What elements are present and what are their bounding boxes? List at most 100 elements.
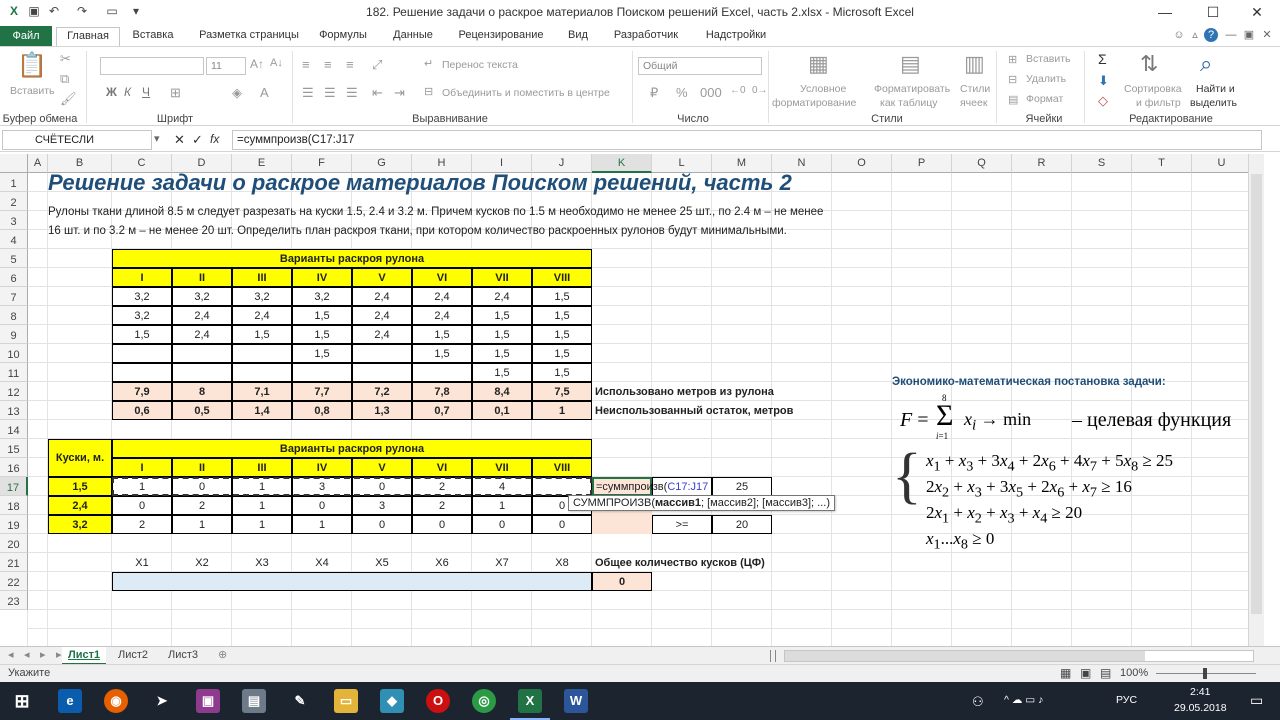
column-header[interactable]: A <box>28 154 48 173</box>
conditional-format-label-1[interactable]: Условное <box>800 83 846 95</box>
excel-taskbar-icon[interactable]: X <box>518 689 542 713</box>
tab-developer[interactable]: Разработчик <box>604 27 688 46</box>
autosum-button[interactable]: Σ <box>1098 51 1107 67</box>
underline-button[interactable]: Ч <box>142 85 150 99</box>
used-cell[interactable]: 7,8 <box>412 382 472 401</box>
math-title[interactable]: Экономико-математическая постановка зада… <box>892 372 1252 391</box>
used-label[interactable]: Использовано метров из рулона <box>592 382 832 401</box>
help-icon[interactable]: ? <box>1204 28 1218 42</box>
currency-icon[interactable]: ₽ <box>650 85 658 101</box>
cut-cell[interactable]: 1,5 <box>412 344 472 363</box>
cut-icon[interactable]: ✂ <box>60 51 71 67</box>
rest-cell[interactable]: 0,6 <box>112 401 172 420</box>
file-explorer-icon[interactable]: ▭ <box>334 689 358 713</box>
ribbon-collapse-icon[interactable]: ▵ <box>1188 27 1202 46</box>
paste-icon[interactable]: 📋 <box>16 51 48 81</box>
decrease-decimal-icon[interactable]: 0→ <box>752 85 768 96</box>
tab-addins[interactable]: Надстройки <box>696 27 776 46</box>
row-header[interactable]: 21 <box>0 553 28 572</box>
variable-label[interactable]: X8 <box>532 553 592 572</box>
merge-icon[interactable]: ⊟ <box>424 85 433 98</box>
sheet-tab-2[interactable]: Лист2 <box>112 647 154 665</box>
used-cell[interactable]: 7,1 <box>232 382 292 401</box>
tooltip-function-name[interactable]: СУММПРОИЗВ( <box>573 497 655 509</box>
row-header[interactable]: 19 <box>0 515 28 534</box>
matrix-cell[interactable]: 2 <box>172 496 232 515</box>
row-header[interactable]: 13 <box>0 401 28 420</box>
row-header[interactable]: 20 <box>0 534 28 553</box>
variant-header[interactable]: IV <box>292 458 352 477</box>
app-icon[interactable]: ◆ <box>380 689 404 713</box>
cut-cell[interactable] <box>112 363 172 382</box>
page-layout-view-icon[interactable]: ▣ <box>1080 666 1091 680</box>
sort-filter-label-2[interactable]: и фильтр <box>1136 97 1181 109</box>
variable-label[interactable]: X2 <box>172 553 232 572</box>
delete-cells-button[interactable]: Удалить <box>1026 73 1066 85</box>
align-bottom-icon[interactable]: ≡ <box>346 57 354 72</box>
matrix-cell[interactable]: 1 <box>472 496 532 515</box>
sort-filter-icon[interactable]: ⇅ <box>1140 51 1158 77</box>
matrix-cell[interactable]: 0 <box>292 496 352 515</box>
table1-header[interactable]: Варианты раскроя рулона <box>112 249 592 268</box>
cut-cell[interactable]: 1,5 <box>412 325 472 344</box>
column-header[interactable]: O <box>832 154 892 173</box>
column-header[interactable]: Q <box>952 154 1012 173</box>
rest-label[interactable]: Неиспользованный остаток, метров <box>592 401 832 420</box>
constraint-sign[interactable]: >= <box>652 515 712 534</box>
chrome-icon[interactable]: ◎ <box>472 689 496 713</box>
row-header[interactable]: 16 <box>0 458 28 477</box>
row-header[interactable]: 3 <box>0 211 28 230</box>
matrix-cell[interactable]: 1 <box>232 515 292 534</box>
rest-cell[interactable]: 0,8 <box>292 401 352 420</box>
variant-header[interactable]: II <box>172 268 232 287</box>
cell-styles-icon[interactable]: ▥ <box>964 51 985 77</box>
row-header[interactable]: 22 <box>0 572 28 591</box>
row-header[interactable]: 12 <box>0 382 28 401</box>
opera-icon[interactable]: O <box>426 689 450 713</box>
matrix-cell[interactable]: 0 <box>532 515 592 534</box>
people-icon[interactable]: ⚇ <box>972 694 984 710</box>
rest-cell[interactable]: 1,3 <box>352 401 412 420</box>
cut-cell[interactable]: 2,4 <box>232 306 292 325</box>
used-cell[interactable]: 8 <box>172 382 232 401</box>
variant-header[interactable]: IV <box>292 268 352 287</box>
cut-cell[interactable]: 2,4 <box>352 287 412 306</box>
cursor-app-icon[interactable]: ➤ <box>150 689 174 713</box>
row-header[interactable]: 23 <box>0 591 28 610</box>
cut-cell[interactable]: 1,5 <box>472 363 532 382</box>
merge-center-button[interactable]: Объединить и поместить в центре <box>442 87 610 99</box>
row-header[interactable]: 5 <box>0 249 28 268</box>
tab-home[interactable]: Главная <box>56 27 120 46</box>
notepad-icon[interactable]: ▤ <box>242 689 266 713</box>
format-table-label-1[interactable]: Форматировать <box>874 83 950 95</box>
matrix-cell[interactable]: 1 <box>232 496 292 515</box>
description-line-2[interactable]: 16 шт. и по 3.2 м – не менее 20 шт. Опре… <box>48 221 832 240</box>
copy-icon[interactable]: ⧉ <box>60 71 69 87</box>
prev-sheet-icon[interactable]: ◂ <box>18 647 36 665</box>
percent-icon[interactable]: % <box>676 85 688 100</box>
matrix-cell[interactable]: 0 <box>472 515 532 534</box>
variant-header[interactable]: VII <box>472 268 532 287</box>
conditional-format-icon[interactable]: ▦ <box>808 51 829 77</box>
column-header[interactable]: T <box>1132 154 1192 173</box>
cancel-button[interactable]: ✕ <box>174 132 185 148</box>
align-center-icon[interactable]: ☰ <box>324 85 336 101</box>
minimize-button[interactable]: — <box>1142 0 1188 24</box>
variable-label[interactable]: X1 <box>112 553 172 572</box>
tab-formulas[interactable]: Формулы <box>312 27 374 46</box>
cut-cell[interactable]: 1,5 <box>232 325 292 344</box>
format-cells-button[interactable]: Формат <box>1026 93 1063 105</box>
tab-page-layout[interactable]: Разметка страницы <box>190 27 308 46</box>
ribbon-minimize-icon[interactable]: — <box>1224 27 1238 46</box>
cut-cell[interactable] <box>412 363 472 382</box>
horizontal-scroll-thumb[interactable] <box>785 651 1145 661</box>
borders-icon[interactable]: ⊞ <box>170 85 181 101</box>
normal-view-icon[interactable]: ▦ <box>1060 666 1071 680</box>
cut-cell[interactable]: 1,5 <box>292 344 352 363</box>
vertical-scroll-thumb[interactable] <box>1251 174 1262 614</box>
cut-cell[interactable]: 1,5 <box>532 306 592 325</box>
rest-cell[interactable]: 0,7 <box>412 401 472 420</box>
cut-cell[interactable]: 3,2 <box>172 287 232 306</box>
maximize-button[interactable]: ☐ <box>1190 0 1236 24</box>
objective-label[interactable]: Общее количество кусков (ЦФ) <box>592 553 832 572</box>
